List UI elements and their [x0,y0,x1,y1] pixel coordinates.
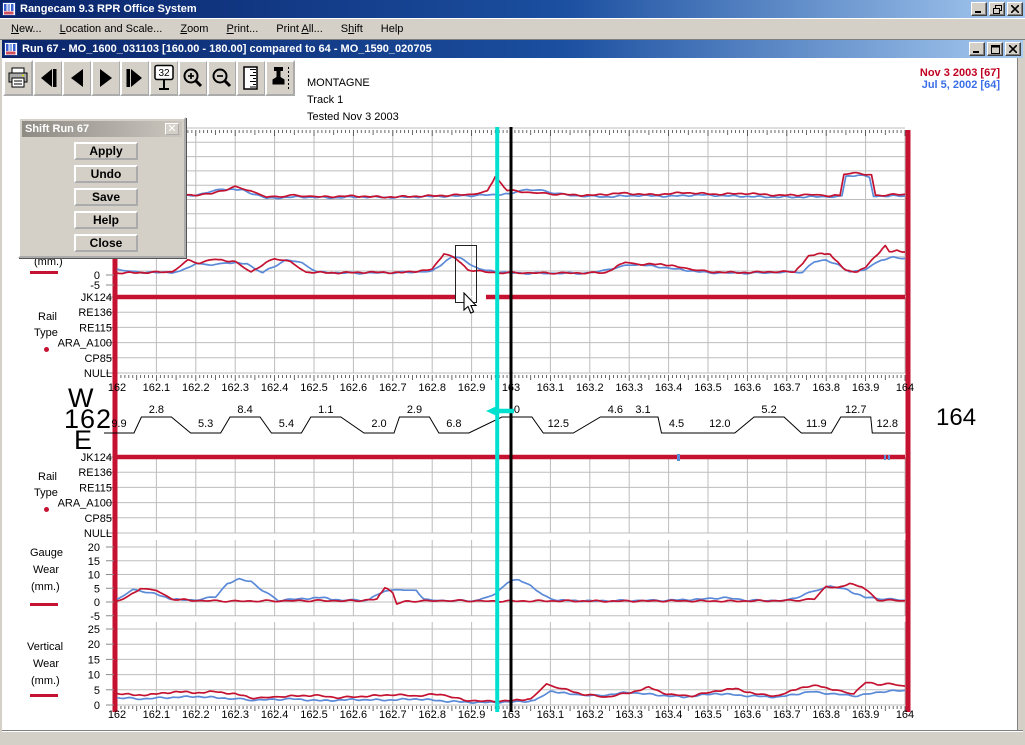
shift-dialog-title: Shift Run 67 [25,123,89,135]
rail-type-2-label-line2: Type [34,487,58,499]
step-last-button[interactable] [120,60,150,96]
run67-sample-line [30,603,58,606]
legend-run-1: Jul 5, 2002 [64] [890,79,1000,91]
menu-item-print[interactable]: Print... [217,20,267,38]
next-icon [94,66,118,90]
milepost-right: 164 [936,404,976,432]
legend-run-0: Nov 3 2003 [67] [890,67,1000,79]
menu-item-locationandscale[interactable]: Location and Scale... [51,20,172,38]
menubar: New...Location and Scale...ZoomPrint...P… [0,18,1025,40]
print-button[interactable] [3,60,33,96]
app-icon [2,2,16,16]
menu-item-help[interactable]: Help [372,20,413,38]
vertical-wear-label-line2: Wear [33,658,59,670]
help-button[interactable]: Help [74,211,138,229]
run-legend: Nov 3 2003 [67]Jul 5, 2002 [64] [890,67,1000,91]
apply-button[interactable]: Apply [74,142,138,160]
maximize-icon [991,45,1000,54]
print-icon [6,66,30,90]
minimize-icon [973,45,981,53]
rail-type-1-label-line1: Rail [38,311,57,323]
run-window-titlebar: Run 67 - MO_1600_031103 [160.00 - 180.00… [2,40,1023,58]
zoom-in-button[interactable] [178,60,208,96]
milepost-left-e: E [74,425,93,456]
rail-profile-button[interactable] [265,60,295,96]
milepost-button[interactable]: 32 [149,60,179,96]
shift-dialog-close-button[interactable]: ✕ [165,123,179,135]
shift-dialog-titlebar: Shift Run 67 ✕ [22,121,182,137]
ruler-button[interactable] [236,60,266,96]
close-icon [1011,5,1019,13]
close-button[interactable]: Close [74,234,138,252]
prev-icon [65,66,89,90]
menu-item-printall[interactable]: Print All... [267,20,331,38]
gauge-wear-label-line3: (mm.) [31,581,60,593]
svg-text:32: 32 [158,68,170,79]
zoom-out-button[interactable] [207,60,237,96]
next-button[interactable] [91,60,121,96]
close-icon [1009,45,1017,53]
save-button[interactable]: Save [74,188,138,206]
window-bottom-edge [2,731,1023,745]
app-title: Rangecam 9.3 RPR Office System [20,3,197,15]
tested-date: Tested Nov 3 2003 [307,111,399,123]
window-right-border [1017,40,1025,745]
step-first-button[interactable] [33,60,63,96]
run-window-title: Run 67 - MO_1600_031103 [160.00 - 180.00… [22,43,432,55]
gauge-wear-label-line1: Gauge [30,547,63,559]
run-maximize-button[interactable] [987,42,1003,56]
rail-type-1-label-line2: Type [34,327,58,339]
vertical-wear-label-line3: (mm.) [31,675,60,687]
minimize-icon [975,5,983,13]
run-minimize-button[interactable] [969,42,985,56]
zoom-in-icon [181,66,205,90]
rail-type-2-dot [44,507,49,512]
app-close-button[interactable] [1007,2,1023,16]
gauge-wear-label-line2: Wear [33,564,59,576]
mouse-cursor [462,292,482,316]
shift-dialog: Shift Run 67 ✕ Apply Undo Save Help Clos… [18,117,186,258]
rail-profile-icon [267,65,293,91]
run67-sample-line [30,694,58,697]
ruler-icon [239,65,263,91]
undo-button[interactable]: Undo [74,165,138,183]
run67-sample-line [30,271,58,274]
rail-type-1-dot [44,347,49,352]
app-restore-button[interactable] [989,2,1005,16]
menu-item-shift[interactable]: Shift [332,20,372,38]
app-minimize-button[interactable] [971,2,987,16]
run-close-button[interactable] [1005,42,1021,56]
location-name: MONTAGNE [307,77,370,89]
prev-button[interactable] [62,60,92,96]
step-last-icon [123,66,147,90]
app-titlebar: Rangecam 9.3 RPR Office System [0,0,1025,18]
track-name: Track 1 [307,94,343,106]
rail-type-2-label-line1: Rail [38,471,57,483]
milepost-sign-icon: 32 [151,64,177,92]
run-window-icon [4,42,18,56]
step-first-icon [36,66,60,90]
vertical-wear-label-line1: Vertical [27,641,63,653]
zoom-out-icon [210,66,234,90]
menu-item-zoom[interactable]: Zoom [171,20,217,38]
menu-item-new[interactable]: New... [2,20,51,38]
restore-icon [993,5,1002,14]
